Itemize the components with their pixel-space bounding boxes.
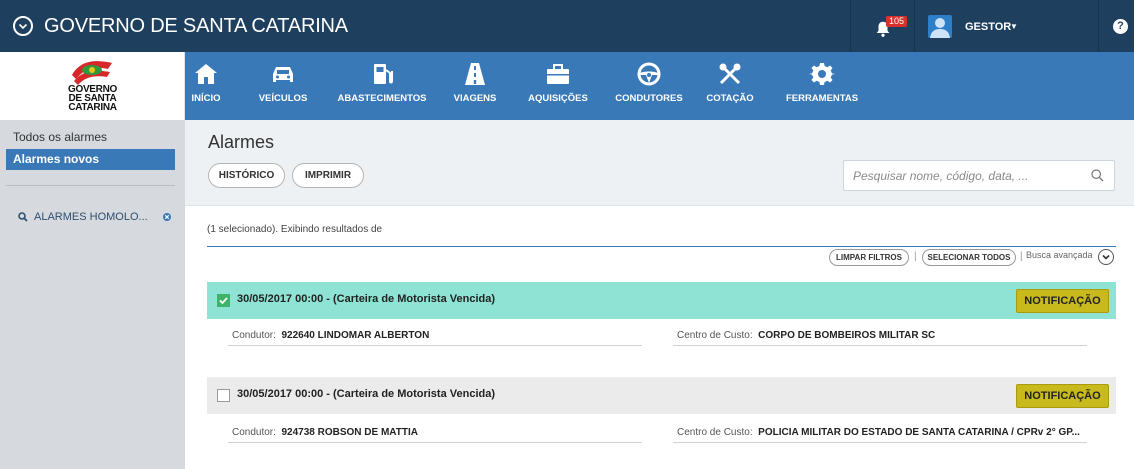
divider <box>207 246 1116 247</box>
clear-filters-button[interactable]: LIMPAR FILTROS <box>829 249 909 266</box>
cost-center-value: CORPO DE BOMBEIROS MILITAR SC <box>758 330 936 341</box>
logo-text: GOVERNO DE SANTA CATARINA <box>55 85 130 113</box>
driver-detail: Condutor: 924738 ROBSON DE MATTIA <box>232 427 418 438</box>
help-icon[interactable]: ? <box>1113 19 1128 34</box>
close-icon[interactable] <box>163 213 171 221</box>
separator: | <box>914 251 917 262</box>
caret-down-icon[interactable]: ▼ <box>1010 22 1018 31</box>
page-title: Alarmes <box>208 132 275 152</box>
separator: | <box>1020 251 1023 262</box>
driver-value: 924738 ROBSON DE MATTIA <box>281 427 418 438</box>
top-bar: GOVERNO DE SANTA CATARINA 105 GESTOR ▼ ? <box>0 0 1134 52</box>
nav-item-ferramentas[interactable]: FERRAMENTAS <box>785 52 859 120</box>
search-icon <box>18 212 28 222</box>
alarm-title: 30/05/2017 00:00 - (Carteira de Motorist… <box>237 388 496 400</box>
notification-count-badge: 105 <box>886 16 908 27</box>
history-button[interactable]: HISTÓRICO <box>208 163 285 188</box>
sidebar-item-todos-os-alarmes[interactable]: Todos os alarmes <box>6 127 175 148</box>
driver-label: Condutor: <box>232 427 276 438</box>
driver-label: Condutor: <box>232 330 276 341</box>
nav-item-cotacao[interactable]: COTAÇÃO <box>705 52 755 120</box>
nav-label: VEÍCULOS <box>258 93 308 104</box>
cost-center-detail: Centro de Custo: CORPO DE BOMBEIROS MILI… <box>677 330 935 341</box>
alarm-row[interactable]: 30/05/2017 00:00 - (Carteira de Motorist… <box>207 282 1116 319</box>
divider <box>673 345 1087 346</box>
briefcase-icon <box>545 61 571 87</box>
nav-label: CONDUTORES <box>615 93 683 104</box>
driver-detail: Condutor: 922640 LINDOMAR ALBERTON <box>232 330 429 341</box>
nav-label: AQUISIÇÕES <box>528 93 588 104</box>
cost-center-label: Centro de Custo: <box>677 330 753 341</box>
alarm-row[interactable]: 30/05/2017 00:00 - (Carteira de Motorist… <box>207 377 1116 414</box>
tools-icon <box>717 61 743 87</box>
page-header: Alarmes HISTÓRICO IMPRIMIR <box>185 120 1134 206</box>
steering-wheel-icon <box>636 61 662 87</box>
chevron-down-icon[interactable] <box>13 16 33 36</box>
divider <box>228 442 642 443</box>
car-icon <box>270 61 296 87</box>
row-checkbox[interactable] <box>217 294 230 307</box>
nav-label: INÍCIO <box>191 93 221 104</box>
divider <box>1098 0 1099 52</box>
alarm-title: 30/05/2017 00:00 - (Carteira de Motorist… <box>237 293 496 305</box>
logo-line: CATARINA <box>68 102 117 113</box>
divider <box>850 0 851 52</box>
search-field <box>843 160 1115 191</box>
nav-item-aquisicoes[interactable]: AQUISIÇÕES <box>528 52 588 120</box>
main-nav: INÍCIO VEÍCULOS ABASTECIMENTOS VIAGENS A… <box>185 52 1134 120</box>
advanced-search-link[interactable]: Busca avançada <box>1026 250 1093 260</box>
notification-button[interactable]: NOTIFICAÇÃO <box>1016 384 1109 408</box>
nav-label: FERRAMENTAS <box>785 93 859 104</box>
sidebar-item-alarmes-novos[interactable]: Alarmes novos <box>6 149 175 170</box>
sidebar: Todos os alarmes Alarmes novos ALARMES H… <box>0 120 185 469</box>
fuel-pump-icon <box>369 61 395 87</box>
nav-label: COTAÇÃO <box>706 93 754 104</box>
nav-item-inicio[interactable]: INÍCIO <box>187 52 225 120</box>
search-input[interactable] <box>853 167 1078 185</box>
nav-item-abastecimentos[interactable]: ABASTECIMENTOS <box>337 52 427 120</box>
divider <box>6 185 175 186</box>
flag-icon <box>72 61 112 85</box>
search-icon[interactable] <box>1091 169 1104 182</box>
driver-value: 922640 LINDOMAR ALBERTON <box>281 330 430 341</box>
gear-icon <box>809 61 835 87</box>
nav-label: ABASTECIMENTOS <box>337 93 427 104</box>
logo[interactable]: GOVERNO DE SANTA CATARINA <box>0 52 185 120</box>
avatar[interactable] <box>928 15 952 38</box>
nav-item-viagens[interactable]: VIAGENS <box>450 52 500 120</box>
nav-label: VIAGENS <box>453 93 497 104</box>
user-name[interactable]: GESTOR <box>965 20 1011 34</box>
results-info: (1 selecionado). Exibindo resultados de <box>207 224 383 235</box>
app-title: GOVERNO DE SANTA CATARINA <box>44 15 348 37</box>
nav-item-veiculos[interactable]: VEÍCULOS <box>253 52 313 120</box>
cost-center-label: Centro de Custo: <box>677 427 753 438</box>
nav-item-condutores[interactable]: CONDUTORES <box>615 52 683 120</box>
select-all-button[interactable]: SELECIONAR TODOS <box>922 249 1016 266</box>
divider <box>914 0 915 52</box>
home-icon <box>193 61 219 87</box>
print-button[interactable]: IMPRIMIR <box>292 163 364 188</box>
road-icon <box>462 61 488 87</box>
divider <box>673 442 1087 443</box>
cost-center-detail: Centro de Custo: POLICIA MILITAR DO ESTA… <box>677 427 1080 438</box>
row-checkbox[interactable] <box>217 389 230 402</box>
divider <box>228 345 642 346</box>
saved-filter[interactable]: ALARMES HOMOLO... <box>6 207 175 227</box>
notification-button[interactable]: NOTIFICAÇÃO <box>1016 289 1109 313</box>
saved-filter-label: ALARMES HOMOLO... <box>34 211 148 223</box>
cost-center-value: POLICIA MILITAR DO ESTADO DE SANTA CATAR… <box>758 427 1080 438</box>
chevron-down-icon[interactable] <box>1098 249 1114 265</box>
